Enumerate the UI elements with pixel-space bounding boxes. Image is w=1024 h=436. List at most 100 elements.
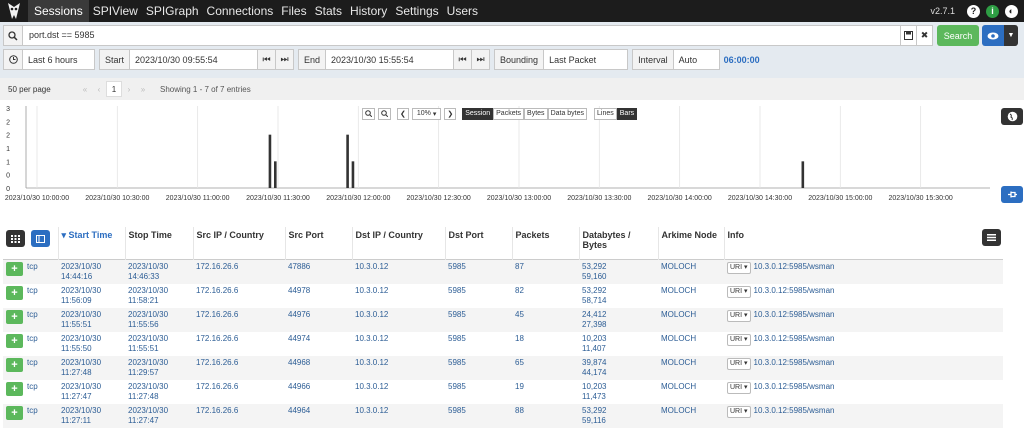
pan-left-icon[interactable]: ❮	[397, 107, 409, 120]
dst-port[interactable]: 5985	[445, 332, 512, 356]
databytes[interactable]: 24,412	[582, 310, 655, 320]
src-port[interactable]: 44964	[285, 404, 352, 428]
map-globe-icon[interactable]	[1001, 108, 1023, 125]
protocol[interactable]: tcp	[27, 334, 38, 344]
table-row[interactable]: + tcp 2023/10/30 11:27:11 2023/10/30 11:27:…	[3, 403, 1003, 428]
arkime-node[interactable]: MOLOCH	[658, 380, 724, 404]
col-databytes[interactable]: Databytes / Bytes	[579, 227, 659, 259]
src-port[interactable]: 44974	[285, 332, 352, 356]
dst-port[interactable]: 5985	[445, 404, 512, 428]
col-start-time[interactable]: ▾ Start Time	[58, 227, 126, 259]
nav-tab-spiview[interactable]: SPIView	[89, 0, 142, 22]
bars-toggle[interactable]: Bars	[616, 107, 638, 120]
dst-port[interactable]: 5985	[445, 380, 512, 404]
arkime-node[interactable]: MOLOCH	[658, 284, 724, 308]
pin-icon[interactable]	[1001, 186, 1023, 203]
dst-ip[interactable]: 10.3.0.12	[352, 404, 445, 428]
stop-time-date[interactable]: 2023/10/30 14:46:33	[128, 262, 184, 282]
expand-row-icon[interactable]: +	[6, 285, 23, 300]
start-time-date[interactable]: 2023/10/30 11:27:11	[61, 406, 117, 426]
current-page[interactable]: 1	[106, 81, 122, 97]
bytes[interactable]: 11,407	[582, 344, 655, 354]
expand-row-icon[interactable]: +	[6, 405, 23, 420]
bytes[interactable]: 44,174	[582, 368, 655, 378]
info-uri[interactable]: 10.3.0.12:5985/wsman	[754, 286, 835, 295]
uri-dropdown[interactable]: URI ▾	[727, 381, 751, 394]
dst-port[interactable]: 5985	[445, 308, 512, 332]
packets[interactable]: 19	[512, 380, 579, 404]
search-query-input[interactable]: port.dst == 5985	[23, 25, 901, 46]
uri-dropdown[interactable]: URI ▾	[727, 333, 751, 346]
uri-dropdown[interactable]: URI ▾	[727, 261, 751, 274]
databytes[interactable]: 53,292	[582, 286, 655, 296]
info-uri[interactable]: 10.3.0.12:5985/wsman	[754, 382, 835, 391]
bytes[interactable]: 59,160	[582, 272, 655, 282]
src-port[interactable]: 44968	[285, 356, 352, 380]
end-prev-icon[interactable]: ⏮	[454, 49, 473, 70]
col-src-ip[interactable]: Src IP / Country	[193, 227, 286, 259]
save-icon[interactable]	[901, 25, 917, 46]
databytes[interactable]: 53,292	[582, 406, 655, 416]
expand-row-icon[interactable]: +	[6, 381, 23, 396]
stop-time-date[interactable]: 2023/10/30 11:27:47	[128, 406, 184, 426]
packets-toggle[interactable]: Packets	[493, 107, 525, 120]
info-uri[interactable]: 10.3.0.12:5985/wsman	[754, 262, 835, 271]
src-port[interactable]: 44966	[285, 380, 352, 404]
zoom-level-select[interactable]: 10% ▾	[411, 107, 442, 120]
src-ip[interactable]: 172.16.26.6	[193, 356, 285, 380]
dst-port[interactable]: 5985	[445, 356, 512, 380]
expand-row-icon[interactable]: +	[6, 261, 23, 276]
start-next-icon[interactable]: ⏭	[276, 49, 295, 70]
table-row[interactable]: + tcp 2023/10/30 11:56:09 2023/10/30 11:58:…	[3, 284, 1003, 308]
end-time-input[interactable]: 2023/10/30 15:55:54	[326, 49, 455, 70]
src-ip[interactable]: 172.16.26.6	[193, 380, 285, 404]
col-info[interactable]: Info	[724, 227, 1003, 259]
packets[interactable]: 65	[512, 356, 579, 380]
arkime-node[interactable]: MOLOCH	[658, 259, 724, 284]
start-time-date[interactable]: 2023/10/30 14:44:16	[61, 262, 117, 282]
session-toggle[interactable]: Session	[462, 107, 494, 120]
nav-tab-settings[interactable]: Settings	[391, 0, 442, 22]
bytes[interactable]: 11,473	[582, 392, 655, 402]
start-time-date[interactable]: 2023/10/30 11:56:09	[61, 286, 117, 306]
protocol[interactable]: tcp	[27, 358, 38, 368]
databytes[interactable]: 53,292	[582, 262, 655, 272]
uri-dropdown[interactable]: URI ▾	[727, 285, 751, 298]
protocol[interactable]: tcp	[27, 406, 38, 416]
protocol[interactable]: tcp	[27, 382, 38, 392]
stop-time-date[interactable]: 2023/10/30 11:29:57	[128, 358, 184, 378]
expand-row-icon[interactable]: +	[6, 357, 23, 372]
table-row[interactable]: + tcp 2023/10/30 11:27:47 2023/10/30 11:27:…	[3, 380, 1003, 404]
clear-icon[interactable]: ✖	[917, 25, 933, 46]
info-uri[interactable]: 10.3.0.12:5985/wsman	[754, 310, 835, 319]
time-range-select[interactable]: Last 6 hours	[23, 49, 95, 70]
databytes[interactable]: 39,874	[582, 358, 655, 368]
info-columns-icon[interactable]	[982, 229, 1001, 246]
col-packets[interactable]: Packets	[512, 227, 580, 259]
views-dropdown-caret-icon[interactable]: ▼	[1004, 25, 1018, 46]
nav-tab-sessions[interactable]: Sessions	[28, 0, 89, 22]
nav-tab-files[interactable]: Files	[277, 0, 310, 22]
nav-tab-spigraph[interactable]: SPIGraph	[142, 0, 203, 22]
dst-port[interactable]: 5985	[445, 259, 512, 284]
packets[interactable]: 88	[512, 404, 579, 428]
per-page-select[interactable]: 50 per page	[8, 81, 78, 97]
bounding-select[interactable]: Last Packet	[544, 49, 629, 70]
nav-tab-history[interactable]: History	[346, 0, 391, 22]
dst-port[interactable]: 5985	[445, 284, 512, 308]
next-page-icon[interactable]: ›	[122, 81, 136, 97]
src-port[interactable]: 44976	[285, 308, 352, 332]
zoom-out-icon[interactable]	[362, 107, 375, 120]
arkime-node[interactable]: MOLOCH	[658, 356, 724, 380]
table-row[interactable]: + tcp 2023/10/30 14:44:16 2023/10/30 14:46:…	[3, 259, 1003, 284]
bytes-toggle[interactable]: Bytes	[524, 107, 548, 120]
databytes[interactable]: 10,203	[582, 334, 655, 344]
packets[interactable]: 45	[512, 308, 579, 332]
packets[interactable]: 18	[512, 332, 579, 356]
databytes-toggle[interactable]: Data bytes	[547, 107, 588, 120]
column-grid-icon[interactable]	[6, 230, 25, 247]
nav-tab-connections[interactable]: Connections	[203, 0, 278, 22]
nav-tab-stats[interactable]: Stats	[311, 0, 346, 22]
bytes[interactable]: 59,116	[582, 416, 655, 426]
packets[interactable]: 82	[512, 284, 579, 308]
